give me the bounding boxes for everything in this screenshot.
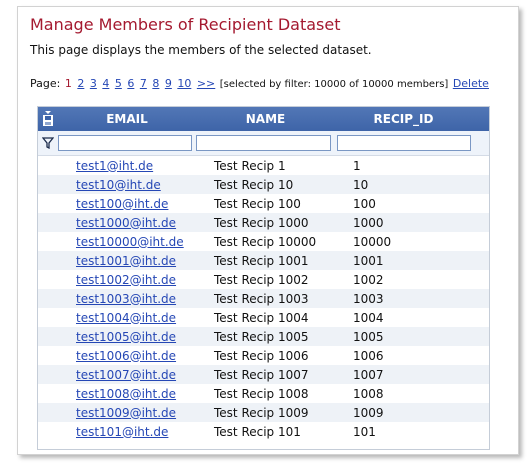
- table-row: test1009@iht.de Test Recip 1009 1009: [38, 403, 489, 422]
- page-link-6[interactable]: 6: [127, 77, 134, 90]
- page-link-8[interactable]: 8: [152, 77, 159, 90]
- table-row: test1006@iht.de Test Recip 1006 1006: [38, 346, 489, 365]
- recip-id-cell: 100: [353, 196, 376, 211]
- table-row: test1007@iht.de Test Recip 1007 1007: [38, 365, 489, 384]
- recip-id-cell: 1001: [353, 253, 384, 268]
- name-cell: Test Recip 1001: [214, 253, 309, 268]
- email-link[interactable]: test101@iht.de: [58, 425, 196, 439]
- email-link[interactable]: test1006@iht.de: [58, 349, 196, 363]
- email-link[interactable]: test1007@iht.de: [58, 368, 196, 382]
- filter-row: [38, 131, 489, 156]
- email-link[interactable]: test1004@iht.de: [58, 311, 196, 325]
- name-cell: Test Recip 10000: [214, 234, 317, 249]
- members-table: EMAIL NAME RECIP_ID test1@iht.de Test Rec…: [37, 106, 490, 450]
- email-link[interactable]: test1005@iht.de: [58, 330, 196, 344]
- table-row: test10000@iht.de Test Recip 10000 10000: [38, 232, 489, 251]
- name-cell: Test Recip 1006: [214, 348, 309, 363]
- email-link[interactable]: test100@iht.de: [58, 197, 196, 211]
- name-cell: Test Recip 100: [214, 196, 301, 211]
- name-cell: Test Recip 1: [214, 158, 286, 173]
- delete-link[interactable]: Delete: [453, 77, 489, 90]
- recip-id-cell: 1: [353, 158, 361, 173]
- name-cell: Test Recip 1005: [214, 329, 309, 344]
- recip-id-cell: 1008: [353, 386, 384, 401]
- table-row: test1004@iht.de Test Recip 1004 1004: [38, 308, 489, 327]
- page-link-2[interactable]: 2: [77, 77, 84, 90]
- email-link[interactable]: test1003@iht.de: [58, 292, 196, 306]
- table-row: test100@iht.de Test Recip 100 100: [38, 194, 489, 213]
- name-filter-input[interactable]: [196, 135, 331, 151]
- column-header-name[interactable]: NAME: [196, 112, 335, 126]
- email-link[interactable]: test1000@iht.de: [58, 216, 196, 230]
- recip-id-filter-input[interactable]: [337, 135, 471, 151]
- funnel-icon[interactable]: [38, 137, 58, 149]
- name-cell: Test Recip 1009: [214, 405, 309, 420]
- recip-id-cell: 1006: [353, 348, 384, 363]
- email-link[interactable]: test10@iht.de: [58, 178, 196, 192]
- table-body: test1@iht.de Test Recip 1 1 test10@iht.de T…: [38, 156, 489, 441]
- page-link-7[interactable]: 7: [140, 77, 147, 90]
- recip-id-cell: 1004: [353, 310, 384, 325]
- recip-id-cell: 1007: [353, 367, 384, 382]
- recip-id-cell: 1002: [353, 272, 384, 287]
- table-header: EMAIL NAME RECIP_ID: [38, 107, 489, 131]
- column-header-email[interactable]: EMAIL: [58, 112, 196, 126]
- filter-summary: [selected by filter: 10000 of 10000 memb…: [219, 79, 449, 90]
- page-description: This page displays the members of the se…: [30, 43, 372, 57]
- name-cell: Test Recip 101: [214, 424, 301, 439]
- table-row: test10@iht.de Test Recip 10 10: [38, 175, 489, 194]
- table-row: test1000@iht.de Test Recip 1000 1000: [38, 213, 489, 232]
- page-link-4[interactable]: 4: [102, 77, 109, 90]
- recip-id-cell: 1000: [353, 215, 384, 230]
- email-link[interactable]: test1008@iht.de: [58, 387, 196, 401]
- table-row: test1@iht.de Test Recip 1 1: [38, 156, 489, 175]
- email-link[interactable]: test1@iht.de: [58, 159, 196, 173]
- table-row: test1001@iht.de Test Recip 1001 1001: [38, 251, 489, 270]
- name-cell: Test Recip 1000: [214, 215, 309, 230]
- table-row: test1008@iht.de Test Recip 1008 1008: [38, 384, 489, 403]
- next-pages-link[interactable]: >>: [197, 77, 215, 90]
- recip-id-cell: 10: [353, 177, 369, 192]
- name-cell: Test Recip 1007: [214, 367, 309, 382]
- page-link-9[interactable]: 9: [165, 77, 172, 90]
- page-link-5[interactable]: 5: [115, 77, 122, 90]
- table-row: test1002@iht.de Test Recip 1002 1002: [38, 270, 489, 289]
- table-row: test101@iht.de Test Recip 101 101: [38, 422, 489, 441]
- email-link[interactable]: test1002@iht.de: [58, 273, 196, 287]
- name-cell: Test Recip 1002: [214, 272, 309, 287]
- recip-id-cell: 1009: [353, 405, 384, 420]
- page-link-10[interactable]: 10: [177, 77, 191, 90]
- save-export-icon[interactable]: [38, 111, 58, 127]
- name-cell: Test Recip 1003: [214, 291, 309, 306]
- email-link[interactable]: test1009@iht.de: [58, 406, 196, 420]
- table-row: test1005@iht.de Test Recip 1005 1005: [38, 327, 489, 346]
- recip-id-cell: 1003: [353, 291, 384, 306]
- current-page: 1: [64, 77, 72, 90]
- table-row: test1003@iht.de Test Recip 1003 1003: [38, 289, 489, 308]
- column-header-recip-id[interactable]: RECIP_ID: [335, 112, 472, 126]
- page-title: Manage Members of Recipient Dataset: [30, 15, 341, 34]
- recip-id-cell: 1005: [353, 329, 384, 344]
- pagination-bar: Page: 1 2 3 4 5 6 7 8 9 10 >> [selected …: [30, 77, 490, 90]
- email-link[interactable]: test1001@iht.de: [58, 254, 196, 268]
- recip-id-cell: 10000: [353, 234, 392, 249]
- name-cell: Test Recip 10: [214, 177, 294, 192]
- page-label: Page:: [30, 77, 61, 90]
- recip-id-cell: 101: [353, 424, 376, 439]
- name-cell: Test Recip 1008: [214, 386, 309, 401]
- name-cell: Test Recip 1004: [214, 310, 309, 325]
- members-panel: Manage Members of Recipient Dataset This…: [17, 6, 519, 455]
- email-link[interactable]: test10000@iht.de: [58, 235, 196, 249]
- page-link-3[interactable]: 3: [90, 77, 97, 90]
- email-filter-input[interactable]: [58, 135, 192, 151]
